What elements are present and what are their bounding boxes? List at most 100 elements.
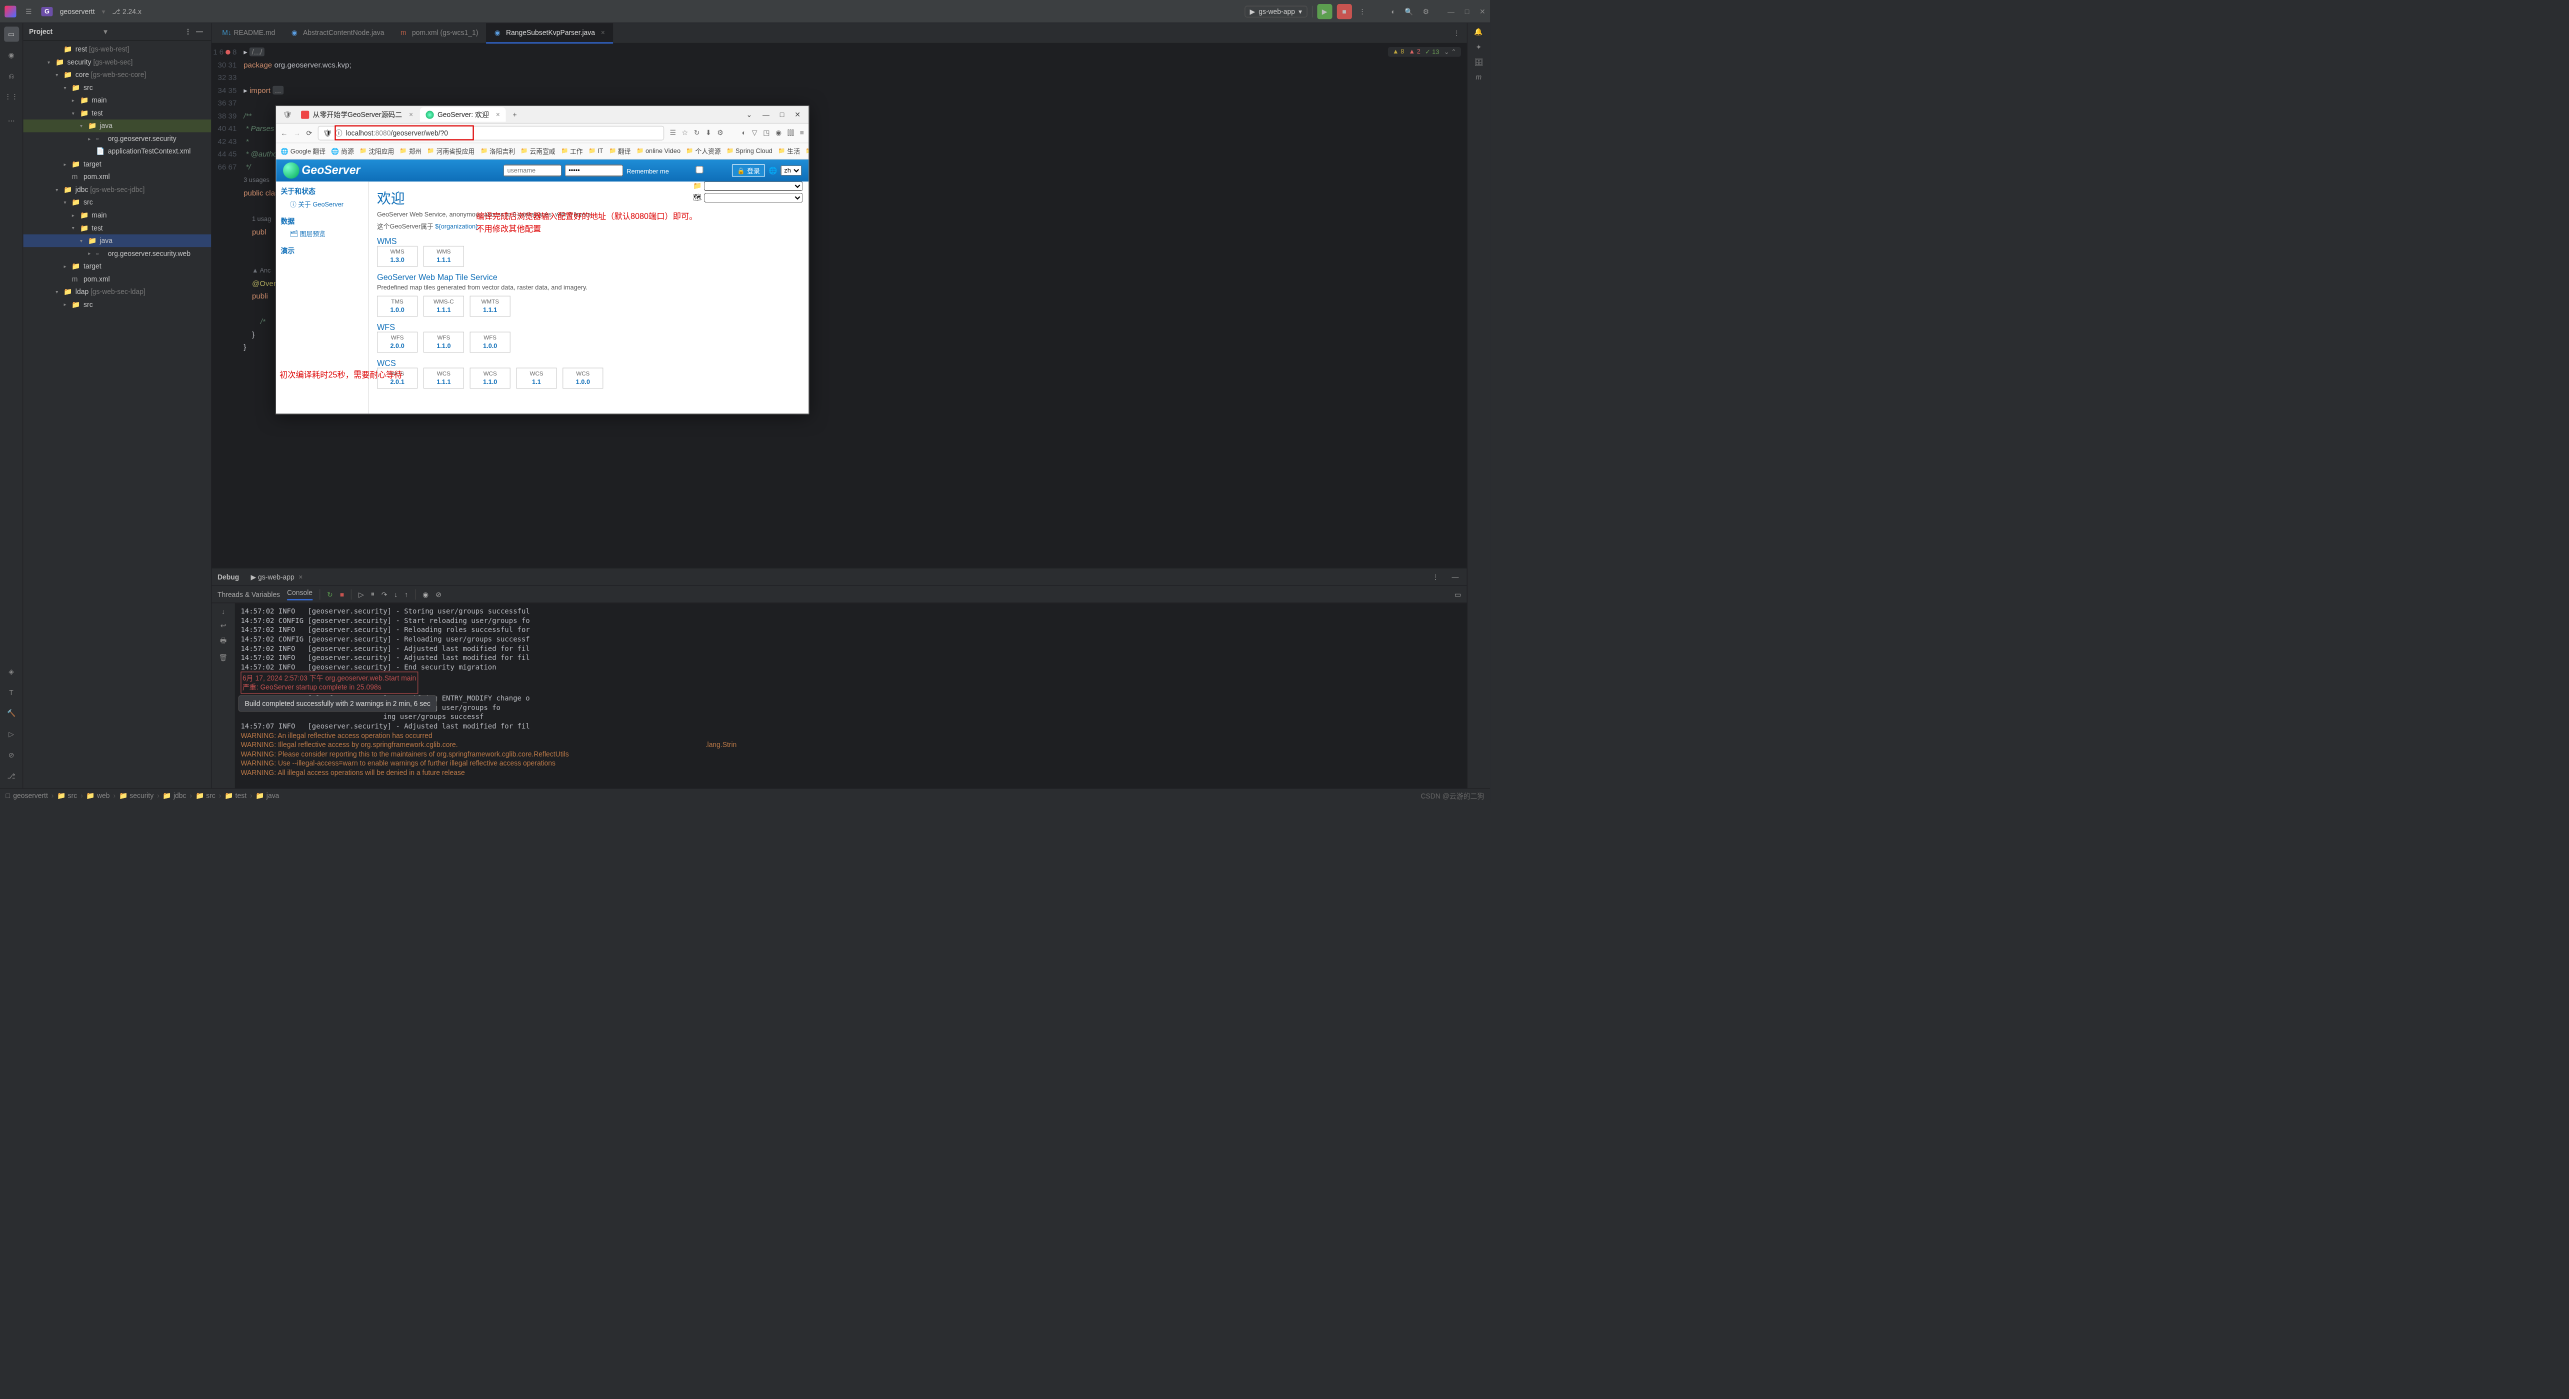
pause-icon[interactable]: ⏸ (371, 590, 374, 599)
service-card[interactable]: WMS-C1.1.1 (423, 296, 464, 317)
git-branch[interactable]: ⎇ 2.24.x (112, 7, 141, 15)
tree-node[interactable]: ▸📁src (23, 298, 211, 311)
maven-icon[interactable]: m (1476, 73, 1482, 81)
tree-node[interactable]: 📁rest [gs-web-rest] (23, 43, 211, 56)
structure-tool-icon[interactable]: ⋮⋮ (4, 89, 19, 104)
tree-node[interactable]: ▸📁main (23, 209, 211, 222)
editor-tab[interactable]: M↓README.md (214, 23, 283, 43)
step-over-icon[interactable]: ↷ (381, 590, 387, 598)
commit-tool-icon[interactable]: ◉ (4, 48, 19, 63)
sidebar-cat-demo[interactable]: 演示 (281, 245, 364, 255)
user-icon[interactable]: ◐ (1389, 5, 1398, 18)
bookmark-item[interactable]: 🌐 尚源 (331, 146, 353, 155)
reload-icon[interactable]: ⟳ (306, 129, 312, 137)
soft-wrap-icon[interactable]: ↩ (220, 622, 226, 630)
minimize-icon[interactable]: — (1447, 7, 1454, 15)
debug-more-icon[interactable]: ⋮ (1430, 570, 1442, 583)
scroll-to-end-icon[interactable]: ↓ (222, 608, 225, 616)
maximize-icon[interactable]: □ (1465, 7, 1469, 15)
step-out-icon[interactable]: ↑ (405, 590, 408, 598)
ext2-icon[interactable]: ◳ (763, 129, 770, 138)
service-card[interactable]: TMS1.0.0 (377, 296, 418, 317)
sidebar-about-geoserver[interactable]: ⓘ 关于 GeoServer (281, 198, 364, 210)
main-menu-icon[interactable]: ☰ (23, 5, 34, 18)
service-card[interactable]: WFS1.0.0 (470, 332, 511, 353)
remember-me-label[interactable]: Remember me (627, 166, 729, 175)
ai-assistant-icon[interactable]: ✦ (1476, 43, 1482, 51)
mute-breakpoints-icon[interactable]: ⊘ (436, 590, 442, 598)
library-icon[interactable]: ⫿⫿⫿ (787, 129, 794, 138)
more-actions-icon[interactable]: ⋮ (1356, 5, 1368, 18)
service-card[interactable]: WMS1.1.1 (423, 246, 464, 267)
service-card[interactable]: WCS1.0.0 (563, 368, 604, 389)
project-name[interactable]: geoservertt (60, 7, 95, 15)
inspections-widget[interactable]: ▲ 8 ▲ 2 ✓ 13 ⌄ ⌃ (1388, 47, 1461, 57)
bookmark-bar[interactable]: 🌐 Google 翻译🌐 尚源沈阳应用郑州河南省投应用洛阳吉利云南宣威工作IT翻… (276, 143, 808, 159)
workspace-select[interactable] (704, 182, 803, 191)
pocket-icon[interactable]: ▽ (752, 129, 757, 138)
notifications-icon[interactable]: 🔔 (1474, 28, 1483, 36)
bookmark-item[interactable]: 沈阳应用 (360, 146, 394, 155)
service-card[interactable]: WCS1.1 (516, 368, 557, 389)
panel-more-icon[interactable]: ⋮ (182, 25, 194, 38)
service-card[interactable]: WMTS1.1.1 (470, 296, 511, 317)
tree-node[interactable]: ▾📁src (23, 196, 211, 209)
bookmark-item[interactable]: 云南宣威 (521, 146, 555, 155)
build-icon[interactable]: 🔨 (4, 706, 19, 721)
rerun-icon[interactable]: ↻ (327, 590, 333, 598)
clear-icon[interactable]: 🗑 (219, 654, 228, 662)
bookmark-item[interactable]: 洛阳吉利 (480, 146, 514, 155)
more-tools-icon[interactable]: ⋯ (4, 114, 19, 129)
tabs-more-icon[interactable]: ⋮ (1446, 29, 1467, 37)
debug-run-tab[interactable]: ▶ gs-web-app × (247, 570, 306, 583)
tree-node[interactable]: ▾📁java (23, 119, 211, 132)
bookmark-star-icon[interactable]: ☆ (682, 129, 688, 138)
hide-panel-icon[interactable]: — (194, 25, 206, 38)
terminal-icon[interactable]: T (4, 685, 19, 700)
account-icon[interactable]: ◉ (775, 129, 781, 138)
project-tree[interactable]: 📁rest [gs-web-rest]▾📁security [gs-web-se… (23, 41, 211, 789)
tree-node[interactable]: ▸▫org.geoserver.security.web (23, 247, 211, 260)
bookmark-item[interactable]: 工作 (561, 146, 583, 155)
tree-node[interactable]: mpom.xml (23, 273, 211, 286)
service-card[interactable]: WMS1.3.0 (377, 246, 418, 267)
resume-icon[interactable]: ▷ (359, 590, 364, 598)
run-config-selector[interactable]: ▶ gs-web-app ▾ (1245, 6, 1308, 18)
forward-icon[interactable]: → (293, 129, 300, 137)
view-breakpoints-icon[interactable]: ◉ (423, 590, 429, 598)
service-card[interactable]: WCS1.1.0 (470, 368, 511, 389)
editor-tab[interactable]: mpom.xml (gs-wcs1_1) (392, 23, 486, 43)
bookmark-item[interactable]: 郑州 (400, 146, 422, 155)
password-input[interactable] (565, 165, 623, 177)
tree-node[interactable]: ▾📁ldap [gs-web-sec-ldap] (23, 285, 211, 298)
sidebar-layer-preview[interactable]: 🗂 图层预览 (281, 228, 364, 240)
editor-tab[interactable]: ◉AbstractContentNode.java (283, 23, 392, 43)
print-icon[interactable]: 🖶 (220, 636, 227, 648)
new-tab-icon[interactable]: + (507, 110, 523, 118)
bookmark-item[interactable]: 个人资源 (686, 146, 720, 155)
tree-node[interactable]: 📄applicationTestContext.xml (23, 145, 211, 158)
services-icon[interactable]: ◈ (4, 664, 19, 679)
run-button[interactable]: ▶ (1317, 4, 1332, 19)
gs-logo[interactable]: GeoServer (283, 162, 360, 178)
browser-minimize-icon[interactable]: — (763, 110, 770, 118)
project-tool-icon[interactable]: ▭ (4, 27, 19, 42)
browser-close-icon[interactable]: ✕ (795, 110, 801, 118)
reader-icon[interactable]: ☰ (670, 129, 676, 138)
tree-node[interactable]: ▾📁java (23, 234, 211, 247)
tree-node[interactable]: ▾📁test (23, 107, 211, 120)
tree-node[interactable]: ▸📁target (23, 260, 211, 273)
console-tab[interactable]: Console (287, 588, 313, 600)
language-select[interactable]: zh (781, 165, 802, 175)
browser-maximize-icon[interactable]: □ (780, 110, 784, 118)
layer-select[interactable] (704, 193, 803, 202)
search-icon[interactable]: 🔍 (1402, 5, 1415, 18)
bookmark-item[interactable]: Spring Cloud (727, 148, 773, 155)
debug-hide-icon[interactable]: — (1449, 570, 1461, 583)
tree-node[interactable]: mpom.xml (23, 171, 211, 184)
stop-debug-icon[interactable]: ■ (340, 590, 344, 598)
bookmark-item[interactable]: 🌐 Google 翻译 (281, 146, 326, 155)
tree-node[interactable]: ▾📁jdbc [gs-web-sec-jdbc] (23, 183, 211, 196)
tree-node[interactable]: ▸▫org.geoserver.security (23, 132, 211, 145)
run-tool-icon[interactable]: ▷ (4, 727, 19, 742)
